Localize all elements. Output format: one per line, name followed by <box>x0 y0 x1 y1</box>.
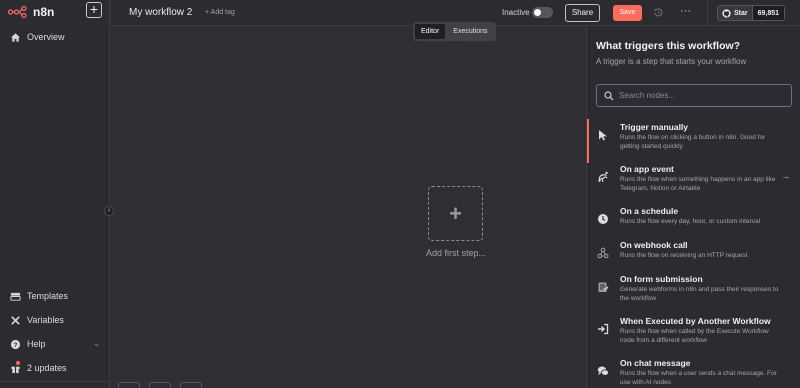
trigger-item-title: When Executed by Another Workflow <box>620 316 771 326</box>
sidebar-item-updates[interactable]: 2 updates <box>10 361 67 375</box>
trigger-item-schedule[interactable]: On a schedule Runs the flow every day, h… <box>587 206 800 240</box>
github-icon <box>722 8 731 18</box>
notification-dot <box>16 361 20 365</box>
trigger-item-title: On chat message <box>620 358 691 368</box>
node-creator-panel: What triggers this workflow? A trigger i… <box>586 27 800 388</box>
arrow-right-icon: → <box>781 171 790 181</box>
workflow-canvas[interactable] <box>111 27 586 388</box>
sign-in-icon <box>596 323 610 337</box>
github-star-count: 69,851 <box>751 6 785 20</box>
search-icon <box>604 91 614 101</box>
sidebar-item-overview[interactable]: Overview <box>10 30 65 44</box>
trigger-item-form[interactable]: On form submission Generate webforms in … <box>587 274 800 308</box>
add-workflow-button[interactable]: + <box>86 2 102 18</box>
trigger-item-description: Runs the flow on clicking a button in n8… <box>620 134 766 150</box>
github-star-left: Star <box>718 6 752 20</box>
trigger-item-manual[interactable]: Trigger manually Runs the flow on clicki… <box>587 119 800 163</box>
trigger-item-description: Runs the flow when a user sends a chat m… <box>620 370 777 386</box>
active-status-label: Inactive <box>502 8 530 17</box>
trigger-item-chat-message[interactable]: On chat message Runs the flow when a use… <box>587 358 800 388</box>
github-star-button[interactable]: Star 69,851 <box>717 5 786 21</box>
svg-text:?: ? <box>14 341 18 348</box>
search-input[interactable] <box>619 88 787 103</box>
chat-icon <box>596 365 610 379</box>
trigger-item-description: Runs the flow when called by the Execute… <box>620 328 769 344</box>
header-divider <box>707 0 708 26</box>
panel-subtitle: A trigger is a step that starts your wor… <box>596 57 747 66</box>
panel-title: What triggers this workflow? <box>596 40 741 52</box>
share-button[interactable]: Share <box>565 4 600 22</box>
save-button[interactable]: Save <box>613 5 642 21</box>
form-icon <box>596 281 610 295</box>
n8n-logo-icon <box>8 6 27 18</box>
trigger-item-title: Trigger manually <box>620 122 689 132</box>
collapse-sidebar-button[interactable]: ‹ <box>104 206 114 216</box>
sidebar-item-templates[interactable]: Templates <box>10 289 68 303</box>
help-icon: ? <box>10 339 21 349</box>
templates-icon <box>10 292 21 301</box>
add-first-step-button[interactable]: + <box>428 186 483 241</box>
trigger-item-description: Runs the flow when something happens in … <box>620 176 776 192</box>
sidebar-item-label: 2 updates <box>27 363 67 373</box>
home-icon <box>10 32 21 42</box>
sidebar-item-label: Variables <box>27 315 64 325</box>
search-box[interactable] <box>596 84 792 107</box>
sidebar-item-variables[interactable]: Variables <box>10 313 64 327</box>
trigger-item-title: On a schedule <box>620 206 679 216</box>
webhook-icon <box>596 247 610 261</box>
trigger-item-description: Generate webforms in n8n and pass their … <box>620 286 779 302</box>
add-tag-link[interactable]: + Add tag <box>205 9 235 16</box>
trigger-item-title: On webhook call <box>620 240 688 250</box>
trigger-item-executed-by-workflow[interactable]: When Executed by Another Workflow Runs t… <box>587 316 800 350</box>
active-toggle[interactable] <box>532 7 553 18</box>
sidebar-item-label: Overview <box>27 32 65 42</box>
trigger-item-webhook[interactable]: On webhook call Runs the flow on receivi… <box>587 240 800 274</box>
trigger-item-title: On app event <box>620 164 674 174</box>
add-first-step-label: Add first step... <box>425 248 487 258</box>
zoom-out-button[interactable] <box>180 382 202 388</box>
app-event-icon <box>596 171 610 185</box>
workflow-name[interactable]: My workflow 2 <box>129 7 192 18</box>
brand-logo[interactable]: n8n <box>8 4 54 20</box>
plus-icon: + <box>449 201 462 226</box>
variables-icon <box>11 315 20 325</box>
zoom-in-button[interactable] <box>149 382 171 388</box>
chevron-down-icon: ⌄ <box>93 339 100 348</box>
cursor-icon <box>596 129 610 143</box>
zoom-to-fit-button[interactable] <box>118 382 140 388</box>
more-options-icon[interactable]: ··· <box>680 5 691 17</box>
brand-name: n8n <box>33 5 55 19</box>
github-star-label: Star <box>734 9 748 17</box>
sidebar-item-label: Templates <box>27 291 69 301</box>
trigger-item-title: On form submission <box>620 274 703 284</box>
sidebar-item-help[interactable]: ? Help ⌄ <box>10 337 100 351</box>
sidebar-item-label: Help <box>27 339 46 349</box>
tab-executions[interactable]: Executions <box>447 24 493 39</box>
trigger-item-description: Runs the flow on receiving an HTTP reque… <box>620 252 748 259</box>
trigger-item-description: Runs the flow every day, hour, or custom… <box>620 218 761 225</box>
left-sidebar: n8n + Overview Templates Variables ? Hel… <box>0 0 110 388</box>
tab-editor[interactable]: Editor <box>415 24 446 39</box>
history-icon[interactable] <box>653 7 664 18</box>
trigger-item-app-event[interactable]: On app event Runs the flow when somethin… <box>587 164 800 198</box>
sidebar-divider <box>0 381 110 382</box>
toggle-knob <box>534 9 541 16</box>
clock-icon <box>596 213 610 227</box>
editor-executions-tabs: Editor Executions <box>413 22 496 41</box>
